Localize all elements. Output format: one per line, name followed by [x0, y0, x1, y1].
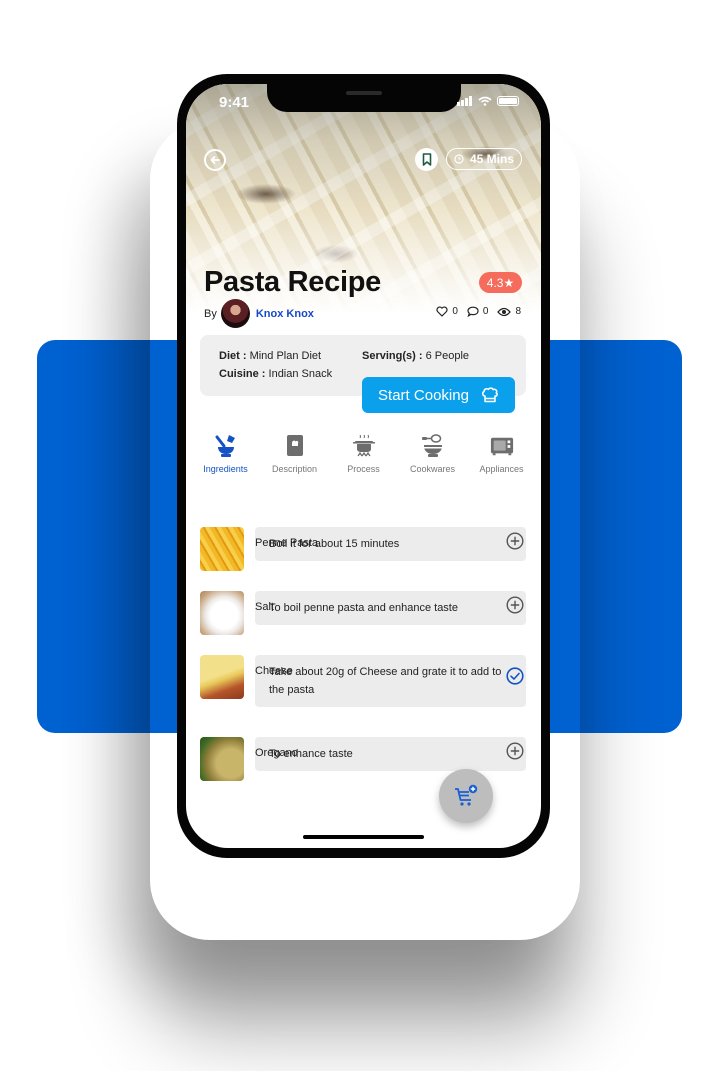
- ingredient-item: Salt To boil penne pasta and enhance tas…: [200, 591, 526, 635]
- cart-plus-icon: [455, 784, 478, 806]
- eye-icon: [497, 307, 512, 316]
- cuisine-info: Cuisine : Indian Snack: [219, 368, 332, 380]
- penne-pasta-thumbnail: [200, 527, 244, 571]
- phone-notch: [267, 84, 461, 112]
- tab-cookwares[interactable]: Cookwares: [398, 434, 467, 474]
- comments-stat[interactable]: 0: [467, 306, 489, 317]
- rating-badge: 4.3★: [479, 272, 522, 293]
- ingredient-item: Cheese Take about 20g of Cheese and grat…: [200, 655, 526, 707]
- add-to-cart-button[interactable]: [439, 769, 493, 823]
- servings-value: 6 People: [425, 350, 470, 362]
- cooking-pot-icon: [352, 434, 375, 457]
- start-cooking-button[interactable]: Start Cooking: [362, 377, 515, 413]
- diet-label: Diet :: [219, 350, 247, 362]
- recipe-title: Pasta Recipe: [204, 266, 381, 298]
- arrow-left-icon: [210, 156, 220, 164]
- phone-frame: 9:41 45 Mins Pasta Recipe 4.3★ By Knox K…: [177, 74, 550, 858]
- servings-label: Serving(s) :: [362, 350, 423, 362]
- check-circle-icon[interactable]: [506, 667, 524, 685]
- bookmark-icon: [422, 153, 431, 166]
- comment-icon: [467, 306, 479, 317]
- start-cooking-label: Start Cooking: [378, 386, 469, 404]
- diet-value: Mind Plan Diet: [249, 350, 322, 362]
- add-circle-icon[interactable]: [506, 596, 524, 614]
- phone-speaker: [346, 91, 382, 95]
- wifi-icon: [478, 96, 492, 106]
- recipe-stats: 0 0 8: [436, 306, 521, 317]
- ingredient-name: Penne Pasta: [255, 537, 318, 549]
- ingredient-name: Cheese: [255, 665, 293, 677]
- tab-label: Appliances: [479, 464, 524, 474]
- tab-ingredients[interactable]: Ingredients: [191, 434, 260, 474]
- tab-label: Process: [347, 464, 380, 474]
- bookmark-button[interactable]: [415, 148, 438, 171]
- ingredient-name: Oregano: [255, 747, 298, 759]
- tab-process[interactable]: Process: [329, 434, 398, 474]
- ingredient-name: Salt: [255, 601, 274, 613]
- mixer-bowl-icon: [421, 434, 442, 457]
- status-icons: [457, 96, 519, 106]
- status-time: 9:41: [219, 94, 250, 111]
- ingredient-note: Take about 20g of Cheese and grate it to…: [255, 655, 526, 707]
- servings-info: Serving(s) : 6 People: [362, 350, 469, 362]
- likes-stat[interactable]: 0: [436, 306, 458, 317]
- chef-hat-icon: [481, 387, 498, 403]
- tab-description[interactable]: Description: [260, 434, 329, 474]
- by-label: By: [204, 307, 217, 320]
- tab-label: Description: [271, 464, 318, 474]
- author-link[interactable]: Knox Knox: [256, 308, 314, 320]
- ingredient-item: Oregano To enhance taste: [200, 737, 526, 781]
- mortar-pestle-icon: [215, 435, 235, 457]
- clock-icon: [454, 154, 464, 164]
- cheese-thumbnail: [200, 655, 244, 699]
- views-count: 8: [515, 306, 521, 317]
- cook-time: 45 Mins: [469, 152, 514, 166]
- tab-appliances[interactable]: Appliances: [467, 434, 536, 474]
- phone-screen: 9:41 45 Mins Pasta Recipe 4.3★ By Knox K…: [186, 84, 541, 848]
- book-icon: [286, 435, 303, 456]
- cook-time-badge: 45 Mins: [446, 148, 522, 170]
- likes-count: 0: [452, 306, 458, 317]
- add-circle-icon[interactable]: [506, 742, 524, 760]
- back-button[interactable]: [204, 149, 226, 171]
- diet-info: Diet : Mind Plan Diet: [219, 350, 321, 362]
- battery-icon: [497, 96, 519, 106]
- ingredient-note: To boil penne pasta and enhance taste: [255, 591, 526, 625]
- comments-count: 0: [482, 306, 489, 317]
- recipe-tabs: Ingredients Description Process Cookware…: [191, 434, 536, 474]
- cuisine-label: Cuisine :: [219, 368, 266, 380]
- views-stat: 8: [497, 306, 521, 317]
- add-circle-icon[interactable]: [506, 532, 524, 550]
- microwave-icon: [490, 437, 513, 456]
- ingredient-item: Penne Pasta Boil it for about 15 minutes: [200, 527, 526, 571]
- tab-label: Cookwares: [409, 464, 456, 474]
- tab-label: Ingredients: [203, 464, 248, 474]
- home-indicator[interactable]: [303, 835, 424, 839]
- salt-thumbnail: [200, 591, 244, 635]
- ingredients-list: Penne Pasta Boil it for about 15 minutes…: [200, 497, 526, 783]
- signal-icon: [457, 96, 472, 106]
- heart-icon: [436, 306, 448, 317]
- cuisine-value: Indian Snack: [268, 368, 333, 380]
- author-avatar[interactable]: [220, 299, 250, 328]
- oregano-thumbnail: [200, 737, 244, 781]
- author-byline: By Knox Knox: [204, 299, 314, 328]
